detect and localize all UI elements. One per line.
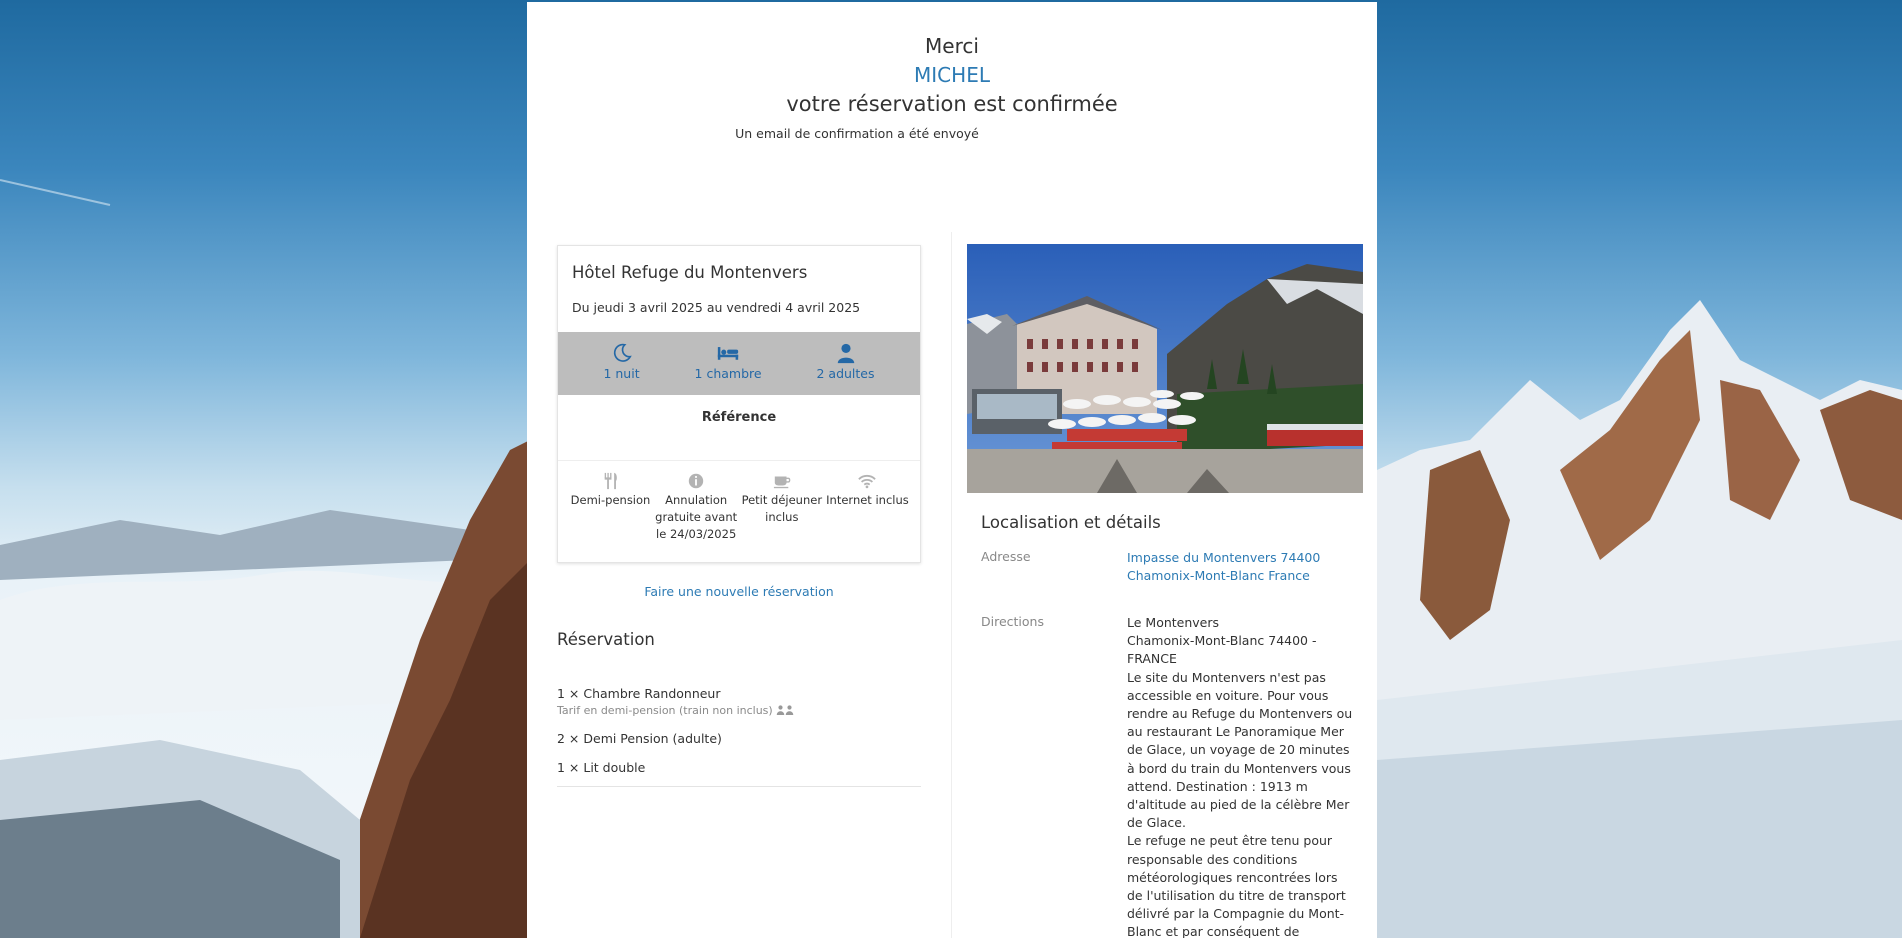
amenity-label: Internet inclus <box>826 493 909 507</box>
amenity-free-cancellation: Annulation gratuite avant le 24/03/2025 <box>654 472 739 543</box>
amenity-label: Demi-pension <box>570 493 651 507</box>
adults-stat: 2 adultes <box>816 332 875 395</box>
rooms-stat: 1 chambre <box>695 332 762 395</box>
new-reservation-link[interactable]: Faire une nouvelle réservation <box>557 584 921 599</box>
directions-line: Le site du Montenvers n'est pas accessib… <box>1127 669 1353 831</box>
cutlery-icon <box>604 472 617 490</box>
card-divider <box>558 460 920 461</box>
confirmation-page: Merci MICHEL votre réservation est confi… <box>527 2 1377 938</box>
wifi-icon <box>858 474 877 489</box>
reference-label: Référence <box>701 410 777 425</box>
reservation-item: 1 × Lit double <box>557 760 646 775</box>
directions-line: Chamonix-Mont-Blanc 74400 - FRANCE <box>1127 633 1317 667</box>
bed-icon <box>717 347 739 360</box>
reservation-item: 1 × Chambre Randonneur <box>557 686 721 701</box>
user-icon <box>837 343 854 364</box>
booking-summary-card: Hôtel Refuge du Montenvers Du jeudi 3 av… <box>557 245 921 563</box>
stay-stats-bar: 1 nuit 1 chambre 2 adultes <box>558 332 920 395</box>
address-link[interactable]: Impasse du Montenvers 74400 Chamonix-Mon… <box>1127 549 1357 585</box>
address-label: Adresse <box>981 549 1031 564</box>
thank-you-header: Merci MICHEL votre réservation est confi… <box>527 32 1377 142</box>
reservation-item-rate: Tarif en demi-pension (train non inclus) <box>557 704 794 717</box>
email-sent-text: Un email de confirmation a été envoyé <box>735 126 979 141</box>
amenity-half-board: Demi-pension <box>568 472 653 543</box>
rooms-label: 1 chambre <box>694 366 762 381</box>
reservation-item: 2 × Demi Pension (adulte) <box>557 731 722 746</box>
amenity-label: Petit déjeuner inclus <box>741 493 823 524</box>
reservation-divider <box>557 786 921 787</box>
nights-stat: 1 nuit <box>603 332 640 395</box>
person-icon <box>785 705 794 715</box>
info-icon <box>688 473 704 489</box>
rate-label: Tarif en demi-pension (train non inclus) <box>557 704 773 717</box>
location-title: Localisation et détails <box>981 513 1161 532</box>
confirmation-message: votre réservation est confirmée <box>786 92 1118 116</box>
adults-label: 2 adultes <box>816 366 875 381</box>
directions-line: Le Montenvers <box>1127 615 1220 630</box>
hotel-photo <box>967 244 1363 493</box>
customer-name: MICHEL <box>914 63 990 87</box>
email-sent-notice: Un email de confirmation a été envoyé <box>527 125 1377 142</box>
directions-line: Le refuge ne peut être tenu pour respons… <box>1127 833 1346 938</box>
hotel-name: Hôtel Refuge du Montenvers <box>572 263 808 282</box>
directions-label: Directions <box>981 614 1044 629</box>
amenities-list: Demi-pension Annulation gratuite avant l… <box>568 472 910 543</box>
amenity-breakfast: Petit déjeuner inclus <box>739 472 824 543</box>
coffee-icon <box>773 476 791 489</box>
redacted-email <box>979 128 1169 138</box>
stay-dates: Du jeudi 3 avril 2025 au vendredi 4 avri… <box>572 300 861 315</box>
nights-label: 1 nuit <box>603 366 640 381</box>
directions-text: Le Montenvers Chamonix-Mont-Blanc 74400 … <box>1127 614 1355 938</box>
moon-icon <box>613 343 632 362</box>
reservation-title: Réservation <box>557 630 655 649</box>
amenity-label: Annulation gratuite avant le 24/03/2025 <box>655 493 738 541</box>
thanks-heading: Merci <box>925 34 979 58</box>
column-divider <box>951 232 952 938</box>
amenity-internet: Internet inclus <box>825 472 910 543</box>
person-icon <box>776 705 785 715</box>
